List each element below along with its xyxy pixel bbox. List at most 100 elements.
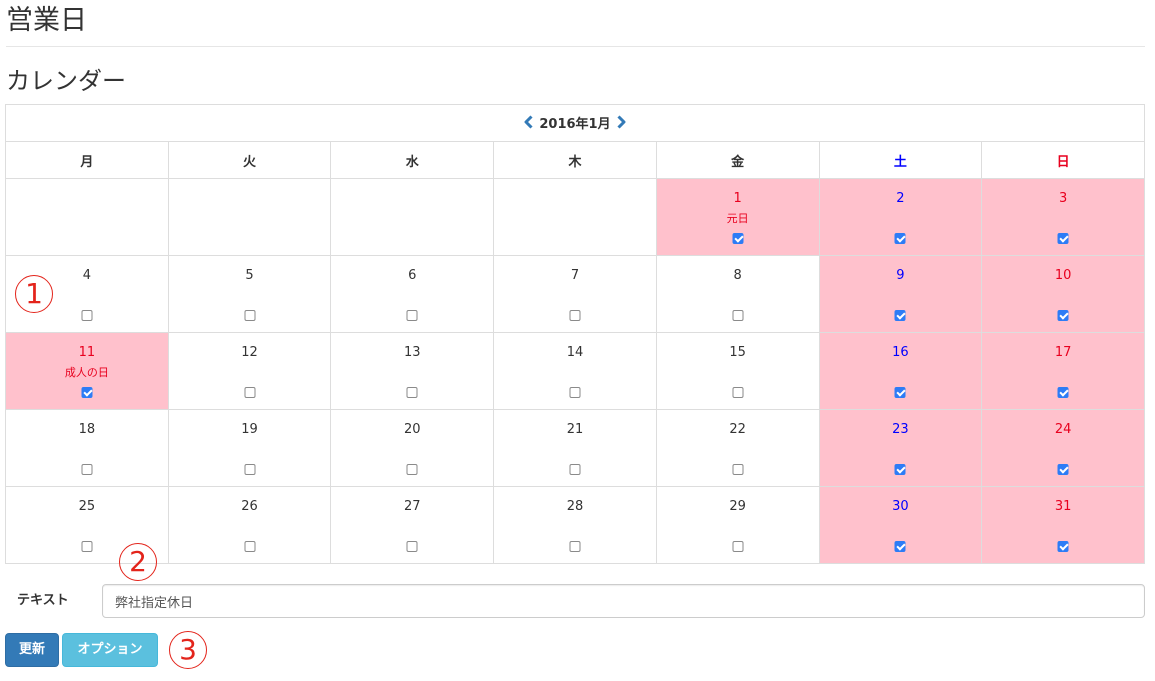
weekday-header: 日 [981, 141, 1145, 179]
day-off-checkbox[interactable] [406, 387, 418, 398]
day-off-checkbox[interactable] [569, 464, 581, 475]
chevron-left-icon[interactable] [524, 115, 533, 129]
day-number: 21 [566, 422, 584, 437]
day-off-checkbox[interactable] [406, 541, 418, 552]
day-off-checkbox[interactable] [732, 541, 744, 552]
day-cell: 10 [981, 255, 1145, 333]
holiday-name: 成人の日 [64, 366, 109, 379]
day-number: 25 [78, 499, 96, 514]
text-field[interactable] [102, 584, 1145, 618]
day-number: 12 [241, 345, 258, 360]
day-off-checkbox[interactable] [732, 464, 744, 475]
weekday-header: 火 [167, 141, 332, 179]
day-cell: 23 [818, 409, 983, 487]
day-number: 23 [892, 422, 909, 437]
day-number: 13 [403, 345, 421, 360]
calendar-week-row: 4 5 6 7 8 9 10 [5, 255, 1145, 333]
day-number: 9 [896, 268, 905, 283]
day-off-checkbox[interactable] [894, 387, 906, 398]
annotation-marker-2: 2 [119, 543, 157, 581]
day-off-checkbox[interactable] [894, 233, 906, 244]
calendar-nav: 2016年1月 [5, 104, 1145, 142]
day-off-checkbox[interactable] [81, 310, 93, 321]
day-cell: 6 [330, 255, 495, 333]
day-cell: 13 [330, 332, 495, 410]
option-button[interactable]: オプション [62, 633, 158, 667]
day-off-checkbox[interactable] [1057, 310, 1069, 321]
calendar-table: 2016年1月 月火水木金土日 1 元日 2 3 4 5 6 7 8 9 10 11 成人の日 12 13 1… [5, 104, 1145, 564]
weekday-header: 水 [330, 141, 495, 179]
day-number: 6 [408, 268, 417, 283]
day-cell: 15 [655, 332, 820, 410]
day-cell: 20 [330, 409, 495, 487]
day-number: 30 [892, 499, 909, 514]
holiday-name: 元日 [726, 212, 749, 225]
day-off-checkbox[interactable] [81, 541, 93, 552]
day-number: 20 [403, 422, 421, 437]
annotation-marker-3: 3 [169, 631, 207, 669]
day-off-checkbox[interactable] [569, 541, 581, 552]
day-off-checkbox[interactable] [1057, 464, 1069, 475]
day-off-checkbox[interactable] [1057, 387, 1069, 398]
day-off-checkbox[interactable] [1057, 233, 1069, 244]
weekday-header: 金 [655, 141, 820, 179]
month-label: 2016年1月 [539, 116, 611, 132]
day-off-checkbox[interactable] [244, 387, 256, 398]
title-divider [6, 46, 1145, 47]
section-title: カレンダー [6, 67, 126, 95]
day-off-checkbox[interactable] [569, 310, 581, 321]
update-button[interactable]: 更新 [5, 633, 59, 667]
day-off-checkbox[interactable] [732, 310, 744, 321]
day-number: 29 [729, 499, 746, 514]
day-off-checkbox[interactable] [244, 310, 256, 321]
day-number: 2 [896, 191, 905, 206]
day-number: 28 [566, 499, 584, 514]
day-number: 24 [1054, 422, 1072, 437]
day-off-checkbox[interactable] [406, 464, 418, 475]
day-cell: 24 [981, 409, 1145, 487]
day-number: 11 [78, 345, 96, 360]
day-off-checkbox[interactable] [244, 541, 256, 552]
day-cell: 21 [493, 409, 657, 487]
day-cell: 31 [981, 486, 1145, 564]
day-cell: 1 元日 [655, 178, 820, 256]
day-number: 31 [1054, 499, 1072, 514]
day-cell: 7 [493, 255, 657, 333]
day-cell: 18 [5, 409, 169, 487]
day-off-checkbox[interactable] [732, 387, 744, 398]
day-off-checkbox[interactable] [81, 464, 93, 475]
day-cell: 8 [655, 255, 820, 333]
day-off-checkbox[interactable] [406, 310, 418, 321]
empty-day-cell [493, 178, 657, 256]
day-number: 5 [245, 268, 254, 283]
day-number: 27 [403, 499, 421, 514]
day-cell: 12 [167, 332, 332, 410]
day-number: 14 [566, 345, 584, 360]
day-cell: 17 [981, 332, 1145, 410]
day-number: 17 [1054, 345, 1072, 360]
calendar-week-row: 18 19 20 21 22 23 24 [5, 409, 1145, 487]
day-number: 19 [241, 422, 258, 437]
empty-day-cell [330, 178, 495, 256]
day-cell: 26 [167, 486, 332, 564]
day-off-checkbox[interactable] [81, 387, 93, 398]
day-off-checkbox[interactable] [1057, 541, 1069, 552]
empty-day-cell [167, 178, 332, 256]
day-number: 3 [1058, 191, 1068, 206]
day-number: 22 [729, 422, 746, 437]
day-off-checkbox[interactable] [894, 310, 906, 321]
day-number: 16 [892, 345, 909, 360]
day-cell: 29 [655, 486, 820, 564]
day-number: 18 [78, 422, 96, 437]
day-off-checkbox[interactable] [569, 387, 581, 398]
weekday-header: 土 [818, 141, 983, 179]
page-title: 営業日 [6, 5, 87, 36]
chevron-right-icon[interactable] [617, 115, 626, 129]
day-off-checkbox[interactable] [732, 233, 744, 244]
day-off-checkbox[interactable] [894, 464, 906, 475]
day-cell: 14 [493, 332, 657, 410]
day-cell: 27 [330, 486, 495, 564]
day-off-checkbox[interactable] [894, 541, 906, 552]
day-cell: 16 [818, 332, 983, 410]
day-off-checkbox[interactable] [244, 464, 256, 475]
